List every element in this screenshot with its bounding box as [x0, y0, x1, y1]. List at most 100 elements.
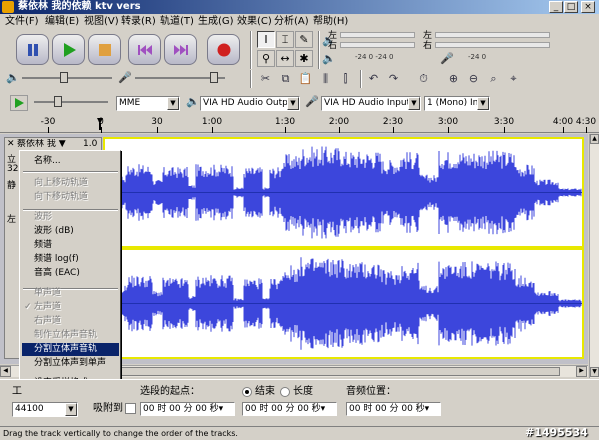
context-menu-item[interactable]: 名称...	[22, 155, 119, 168]
timeline-tick	[393, 127, 394, 133]
selection-end-time[interactable]: 00 时 00 分 00 秒▾	[242, 402, 337, 416]
vertical-scrollbar[interactable]: ▲ ▼	[589, 134, 599, 378]
playback-speed-thumb[interactable]	[54, 96, 62, 107]
close-track-icon[interactable]: ✕	[7, 139, 15, 149]
context-menu-item: 向下移动轨道	[22, 191, 119, 204]
timeline-label: 3:00	[437, 117, 459, 127]
menu-generate[interactable]: 生成(G)	[198, 14, 234, 30]
chevron-down-icon[interactable]: ▼	[65, 403, 77, 416]
maximize-button[interactable]: □	[564, 1, 578, 13]
copy-icon[interactable]: ⧉	[276, 70, 295, 88]
selection-tool-icon[interactable]: I	[257, 31, 275, 48]
envelope-tool-icon[interactable]: ⌶	[276, 31, 294, 48]
waveform-channel-left[interactable]	[103, 137, 584, 248]
scroll-up-icon[interactable]: ▲	[590, 134, 599, 144]
selection-start-time[interactable]: 00 时 00 分 00 秒▾	[140, 402, 235, 416]
toolbar-separator	[318, 31, 320, 69]
chevron-down-icon[interactable]: ▼	[287, 97, 299, 110]
microphone-icon: 🎤	[118, 71, 132, 84]
skip-start-button[interactable]	[128, 34, 161, 65]
track-name-button[interactable]: 蔡依林 我 ▼	[17, 139, 77, 150]
menu-record[interactable]: 转录(R)	[121, 14, 156, 30]
menu-analyze[interactable]: 分析(A)	[274, 14, 309, 30]
project-rate-select[interactable]: 44100 ▼	[12, 402, 78, 417]
context-menu-item[interactable]: 频谱 log(f)	[22, 253, 119, 266]
menu-effect[interactable]: 效果(C)	[237, 14, 272, 30]
context-menu-item-label: 频谱 log(f)	[34, 254, 79, 264]
undo-icon[interactable]: ↶	[364, 70, 383, 88]
menu-edit[interactable]: 编辑(E)	[45, 14, 79, 30]
context-menu-item: 右声道	[22, 315, 119, 328]
microphone-icon: 🎤	[440, 52, 454, 65]
timeline-label: 3:30	[493, 117, 515, 127]
menu-track[interactable]: 轨道(T)	[160, 14, 194, 30]
timeshift-tool-icon[interactable]: ↔	[276, 50, 294, 67]
zoom-in-icon[interactable]: ⊕	[444, 70, 463, 88]
input-device-select[interactable]: VIA HD Audio Input: ▼	[321, 96, 421, 111]
menu-file[interactable]: 文件(F)	[5, 14, 39, 30]
input-volume-thumb[interactable]	[210, 72, 218, 83]
play-button[interactable]	[52, 34, 85, 65]
record-button[interactable]	[207, 34, 240, 65]
title-bar[interactable]: 蔡依林 我的依赖 ktv vers _ □ ×	[0, 0, 599, 14]
waveform-right-svg	[105, 250, 582, 357]
audio-host-select[interactable]: MME ▼	[116, 96, 180, 111]
track-info-fragment: 32	[7, 164, 19, 174]
paste-icon[interactable]: 📋	[296, 70, 315, 88]
stop-icon	[99, 44, 111, 56]
scroll-thumb[interactable]	[120, 367, 560, 376]
sync-lock-icon[interactable]: ⏱	[414, 70, 433, 88]
track-mute-fragment: 静	[7, 181, 17, 191]
timeline-label: 2:30	[382, 117, 404, 127]
close-button[interactable]: ×	[581, 1, 595, 13]
audio-position-time[interactable]: 00 时 00 分 00 秒▾	[346, 402, 441, 416]
stop-button[interactable]	[88, 34, 121, 65]
zoom-out-icon[interactable]: ⊖	[464, 70, 483, 88]
waveform-channel-right[interactable]	[103, 248, 584, 359]
cut-icon[interactable]: ✂	[256, 70, 275, 88]
zoom-tool-icon[interactable]: ⚲	[257, 50, 275, 67]
skip-end-button[interactable]	[164, 34, 197, 65]
input-meter-scale: -24 0	[468, 53, 487, 61]
context-menu-item[interactable]: 音高 (EAC)	[22, 267, 119, 280]
menu-help[interactable]: 帮助(H)	[313, 14, 348, 30]
scroll-down-icon[interactable]: ▼	[590, 367, 599, 377]
chevron-down-icon[interactable]: ▼	[408, 97, 420, 110]
chevron-down-icon[interactable]: ▼	[477, 97, 489, 110]
input-meter-left	[435, 32, 550, 38]
draw-tool-icon[interactable]: ✎	[295, 31, 313, 48]
playback-speed-slider[interactable]	[34, 101, 108, 103]
context-menu-item-label: 向下移动轨道	[34, 192, 89, 202]
chevron-down-icon[interactable]: ▼	[167, 97, 179, 110]
pause-button[interactable]	[16, 34, 49, 65]
project-rate-value: 44100	[15, 404, 44, 414]
context-menu-item[interactable]: 分割立体声音轨	[22, 343, 119, 356]
output-device-select[interactable]: VIA HD Audio Outpu ▼	[200, 96, 300, 111]
timeline-label: 2:00	[328, 117, 350, 127]
end-radio[interactable]	[242, 387, 252, 397]
playhead-marker[interactable]	[97, 118, 103, 130]
scroll-left-icon[interactable]: ◀	[0, 366, 11, 377]
multi-tool-icon[interactable]: ✱	[295, 50, 313, 67]
fit-selection-icon[interactable]: ⌕	[484, 70, 503, 88]
context-menu-item[interactable]: 分割立体声到单声	[22, 357, 119, 370]
play-at-speed-button[interactable]	[10, 95, 28, 111]
context-menu-item[interactable]: 频谱	[22, 239, 119, 252]
input-channels-select[interactable]: 1 (Mono) Inp ▼	[424, 96, 490, 111]
timeline-label: 30	[151, 117, 163, 127]
scroll-right-icon[interactable]: ▶	[576, 366, 587, 377]
trim-icon[interactable]: ⫼	[316, 70, 335, 88]
silence-icon[interactable]: ⫿	[336, 70, 355, 88]
menu-view[interactable]: 视图(V)	[84, 14, 119, 30]
redo-icon[interactable]: ↷	[384, 70, 403, 88]
fit-project-icon[interactable]: ⌖	[504, 70, 523, 88]
length-radio[interactable]	[280, 387, 290, 397]
play-icon	[64, 43, 76, 57]
context-menu-item[interactable]: 波形 (dB)	[22, 225, 119, 238]
minimize-button[interactable]: _	[549, 1, 563, 13]
timeline-label: 4:30	[575, 117, 597, 127]
output-volume-thumb[interactable]	[60, 72, 68, 83]
context-menu-item: 制作立体声音轨	[22, 329, 119, 342]
snap-to-checkbox[interactable]	[125, 403, 136, 414]
context-menu-item-label: 向上移动轨道	[34, 178, 89, 188]
